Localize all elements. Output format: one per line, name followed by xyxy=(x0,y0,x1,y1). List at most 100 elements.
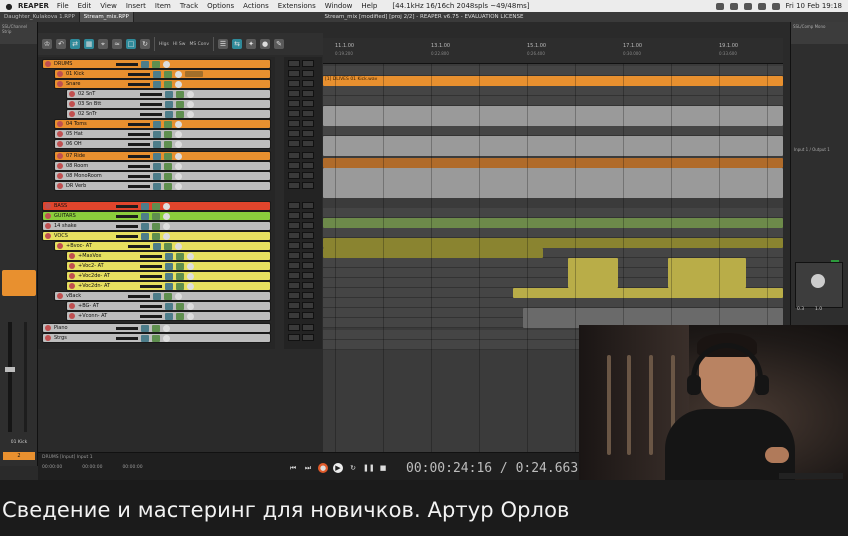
pause-icon[interactable]: ❚❚ xyxy=(363,463,375,473)
input-select-button[interactable] xyxy=(288,182,300,189)
track-volume-slider[interactable] xyxy=(116,234,138,238)
input-select-button[interactable] xyxy=(288,302,300,309)
pan-knob[interactable] xyxy=(175,162,182,170)
fx-icon[interactable]: ☰ xyxy=(218,39,229,49)
track-row[interactable]: 08 MonoRoom xyxy=(54,171,271,181)
input-select-button[interactable] xyxy=(288,60,300,67)
mute-icon[interactable] xyxy=(141,202,149,210)
solo-icon[interactable] xyxy=(152,324,160,332)
track-volume-slider[interactable] xyxy=(140,304,162,308)
monitor-button[interactable] xyxy=(302,262,314,269)
input-select-button[interactable] xyxy=(288,324,300,331)
mute-icon[interactable] xyxy=(153,292,161,300)
input-select-button[interactable] xyxy=(288,282,300,289)
apple-icon[interactable]: ● xyxy=(0,2,18,11)
lock-icon[interactable]: □ xyxy=(126,39,136,49)
monitor-button[interactable] xyxy=(302,242,314,249)
menu-edit[interactable]: Edit xyxy=(78,2,92,10)
track-lane[interactable] xyxy=(323,126,783,136)
track-row[interactable]: VOCS xyxy=(42,231,271,241)
monitor-button[interactable] xyxy=(302,292,314,299)
pan-knob[interactable] xyxy=(187,100,194,108)
track-volume-slider[interactable] xyxy=(128,294,150,298)
mute-icon[interactable] xyxy=(153,120,161,128)
solo-icon[interactable] xyxy=(176,100,184,108)
mute-icon[interactable] xyxy=(165,110,173,118)
media-item[interactable] xyxy=(513,288,783,298)
mute-icon[interactable] xyxy=(165,252,173,260)
solo-icon[interactable] xyxy=(164,152,172,160)
menu-file[interactable]: File xyxy=(57,2,69,10)
monitor-button[interactable] xyxy=(302,90,314,97)
track-lane[interactable] xyxy=(323,228,783,238)
tray-icon[interactable] xyxy=(715,2,724,10)
track-row[interactable]: +Voc2de- AT xyxy=(66,271,271,281)
track-row[interactable]: +Bvoc- AT xyxy=(54,241,271,251)
route-icon[interactable]: ⇆ xyxy=(232,39,243,49)
pan-knob[interactable] xyxy=(163,334,170,342)
solo-icon[interactable] xyxy=(152,334,160,342)
record-arm-icon[interactable] xyxy=(57,153,63,159)
solo-icon[interactable] xyxy=(164,172,172,180)
input-select-button[interactable] xyxy=(288,262,300,269)
pan-knob[interactable] xyxy=(163,212,170,220)
record-arm-icon[interactable] xyxy=(69,111,75,117)
tray-icon[interactable] xyxy=(729,2,738,10)
position-value[interactable]: 00:00:00 xyxy=(42,465,62,470)
track-volume-slider[interactable] xyxy=(140,264,162,268)
track-row[interactable]: 03 Sn Btt xyxy=(66,99,271,109)
solo-icon[interactable] xyxy=(164,130,172,138)
position-value[interactable]: 00:00:00 xyxy=(82,465,102,470)
pan-knob[interactable] xyxy=(175,80,182,88)
input-select-button[interactable] xyxy=(288,334,300,341)
record-arm-icon[interactable] xyxy=(69,303,75,309)
menu-actions[interactable]: Actions xyxy=(243,2,269,10)
volume-fader-track[interactable] xyxy=(8,322,12,432)
toolbar-label[interactable]: Hl Sw xyxy=(173,42,186,47)
track-row[interactable]: +Vconn- AT xyxy=(66,311,271,321)
solo-icon[interactable] xyxy=(164,120,172,128)
track-volume-slider[interactable] xyxy=(128,244,150,248)
track-lane[interactable] xyxy=(323,96,783,106)
track-row[interactable]: +Voc2- AT xyxy=(66,261,271,271)
mute-icon[interactable] xyxy=(141,334,149,342)
track-row[interactable]: 06 OH xyxy=(54,139,271,149)
track-volume-slider[interactable] xyxy=(128,154,150,158)
pan-knob[interactable] xyxy=(187,252,194,260)
project-tab[interactable]: Daughter_Kulakova 1.RPP xyxy=(0,12,80,22)
track-row[interactable]: +Voc2dn- AT xyxy=(66,281,271,291)
record-arm-icon[interactable] xyxy=(69,263,75,269)
mute-icon[interactable] xyxy=(153,80,161,88)
monitor-button[interactable] xyxy=(302,272,314,279)
track-volume-slider[interactable] xyxy=(116,214,138,218)
mute-icon[interactable] xyxy=(153,140,161,148)
fx-chain-button[interactable] xyxy=(185,71,203,77)
record-arm-icon[interactable] xyxy=(45,203,51,209)
track-row[interactable]: DR Verb xyxy=(54,181,271,191)
pan-knob[interactable] xyxy=(163,324,170,332)
input-select-button[interactable] xyxy=(288,130,300,137)
monitor-button[interactable] xyxy=(302,120,314,127)
monitor-button[interactable] xyxy=(302,80,314,87)
position-value[interactable]: 00:00:00 xyxy=(122,465,142,470)
solo-icon[interactable] xyxy=(164,242,172,250)
track-volume-slider[interactable] xyxy=(128,174,150,178)
solo-icon[interactable] xyxy=(152,222,160,230)
monitor-button[interactable] xyxy=(302,312,314,319)
track-volume-slider[interactable] xyxy=(128,82,150,86)
monitor-button[interactable] xyxy=(302,282,314,289)
track-volume-slider[interactable] xyxy=(116,336,138,340)
volume-fader-handle[interactable] xyxy=(5,367,15,372)
solo-icon[interactable] xyxy=(164,292,172,300)
tool-icon[interactable]: ✦ xyxy=(246,39,257,49)
solo-icon[interactable] xyxy=(176,262,184,270)
input-select-button[interactable] xyxy=(288,202,300,209)
solo-icon[interactable] xyxy=(176,302,184,310)
record-arm-icon[interactable] xyxy=(57,243,63,249)
routing-label[interactable]: Input 1 / Output 1 xyxy=(794,147,830,152)
monitor-button[interactable] xyxy=(302,182,314,189)
input-select-button[interactable] xyxy=(288,242,300,249)
monitor-button[interactable] xyxy=(302,140,314,147)
track-volume-slider[interactable] xyxy=(140,274,162,278)
pan-knob[interactable] xyxy=(187,110,194,118)
